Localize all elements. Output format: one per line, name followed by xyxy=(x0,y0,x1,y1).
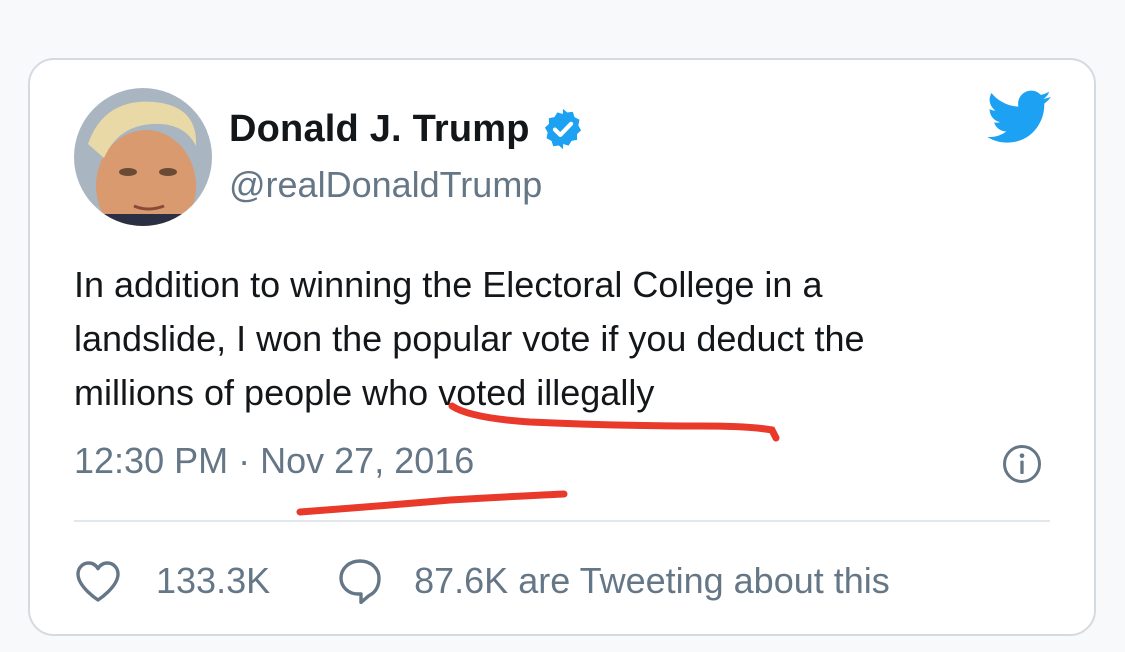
tweet-card[interactable]: Donald J. Trump @realDonaldTrump In addi… xyxy=(28,58,1096,636)
name-row: Donald J. Trump xyxy=(229,106,586,152)
avatar[interactable] xyxy=(74,88,212,226)
like-count[interactable]: 133.3K xyxy=(156,560,270,602)
tweeting-about-count[interactable]: 87.6K are Tweeting about this xyxy=(414,560,890,602)
tweet-actions: 133.3K 87.6K are Tweeting about this xyxy=(74,556,890,606)
tweet-text: In addition to winning the Electoral Col… xyxy=(74,258,1064,420)
verified-badge-icon xyxy=(544,108,581,150)
twitter-bird-icon[interactable] xyxy=(988,90,1052,144)
divider xyxy=(74,520,1050,522)
speech-bubble-icon[interactable] xyxy=(336,556,384,606)
tweet-timestamp: 12:30 PM · Nov 27, 2016 xyxy=(74,440,474,482)
user-handle[interactable]: @realDonaldTrump xyxy=(229,164,542,206)
tweet-date[interactable]: Nov 27, 2016 xyxy=(260,440,474,481)
meta-separator: · xyxy=(238,440,251,481)
tweet-text-line: landslide, I won the popular vote if you… xyxy=(74,318,865,359)
display-name[interactable]: Donald J. Trump xyxy=(229,108,530,151)
tweet-text-line: millions of people who voted illegally xyxy=(74,372,655,413)
tweet-time: 12:30 PM xyxy=(74,440,229,481)
heart-icon[interactable] xyxy=(74,559,122,603)
tweet-text-line: In addition to winning the Electoral Col… xyxy=(74,264,823,305)
info-icon[interactable] xyxy=(1002,444,1042,484)
